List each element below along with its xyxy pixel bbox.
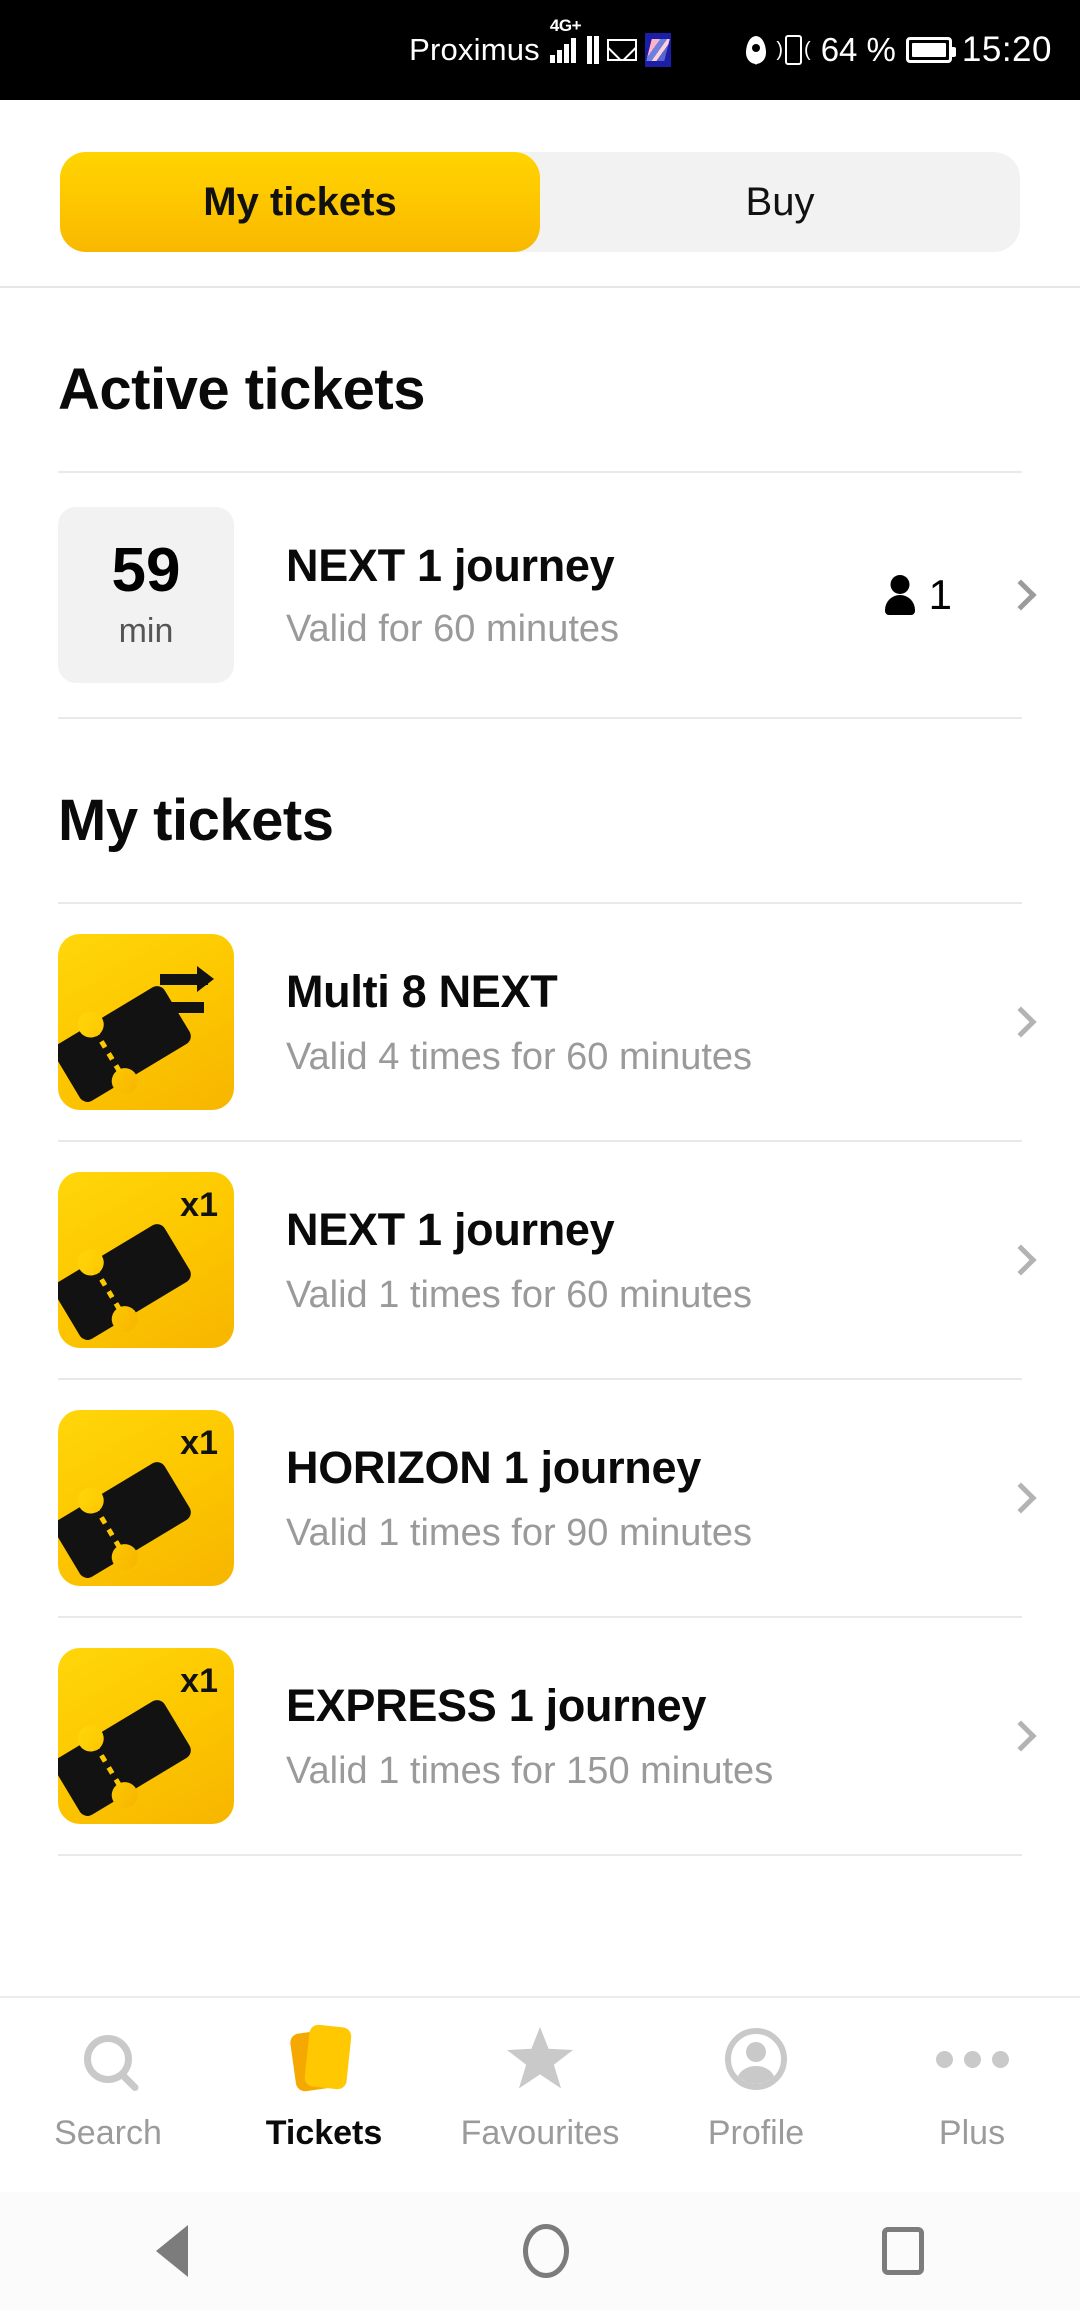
carrier-label: Proximus [409,32,540,67]
back-icon[interactable] [156,2225,219,2277]
tab-buy[interactable]: Buy [540,152,1020,252]
signal-icon: 4G+ [549,17,582,63]
nav-item-tickets[interactable]: Tickets [216,2023,432,2153]
nav-label: Plus [938,2114,1006,2152]
status-bar: Proximus 4G+ )( 64 % 15:20 [0,0,1080,100]
active-ticket-info: NEXT 1 journey Valid for 60 minutes [264,540,855,651]
chevron-right-icon[interactable] [1005,1482,1037,1514]
ticket-count-badge: x1 [180,1424,218,1462]
recents-icon[interactable] [881,2227,924,2275]
ticket-validity: Valid 4 times for 60 minutes [286,1035,753,1078]
battery-percent-label: 64 % [820,31,896,68]
list-item-text: Multi 8 NEXT Valid 4 times for 60 minute… [234,966,992,1079]
system-navigation-bar [0,2192,1080,2310]
remaining-time-box: 59 min [58,507,234,683]
single-ticket-icon: x1 [58,1172,234,1348]
single-ticket-icon: x1 [58,1410,234,1586]
ticket-validity: Valid 1 times for 60 minutes [286,1273,753,1316]
nav-item-search[interactable]: Search [0,2024,216,2153]
ticket-count-badge: x1 [180,1186,218,1224]
nav-item-plus[interactable]: Plus [864,2024,1080,2153]
tickets-icon [289,2023,355,2094]
list-item-text: HORIZON 1 journey Valid 1 times for 90 m… [234,1442,992,1555]
ticket-count-badge: x1 [180,1662,218,1700]
nav-label: Search [54,2114,162,2152]
remaining-time-value: 59 [111,535,181,605]
list-item[interactable]: x1 NEXT 1 journey Valid 1 times for 60 m… [0,1142,1080,1378]
active-ticket-name: NEXT 1 journey [286,539,615,591]
nav-item-favourites[interactable]: Favourites [432,2024,648,2153]
profile-icon [725,2024,787,2094]
nav-label: Profile [707,2114,805,2152]
ticket-glyph-icon [58,1696,195,1820]
clock-label: 15:20 [961,30,1052,69]
ticket-name: HORIZON 1 journey [286,1441,701,1493]
app-icon [644,33,671,67]
nav-label: Tickets [265,2114,383,2152]
ticket-glyph-icon [58,1458,195,1582]
active-ticket-validity: Valid for 60 minutes [286,607,620,650]
ticket-glyph-icon [58,1220,195,1344]
remaining-time-unit: min [118,611,174,650]
battery-icon [905,37,956,63]
ticket-name: Multi 8 NEXT [286,965,558,1017]
segmented-tabs-container: My tickets Buy [0,100,1080,286]
list-item-text: EXPRESS 1 journey Valid 1 times for 150 … [234,1680,992,1793]
bottom-navigation: Search Tickets Favourites Profile Plus [0,1996,1080,2192]
vibrate-icon: )( [776,35,811,65]
list-item[interactable]: x1 HORIZON 1 journey Valid 1 times for 9… [0,1380,1080,1616]
mail-icon [606,39,637,61]
signal-icon-secondary [586,36,599,64]
home-icon[interactable] [523,2224,570,2278]
single-ticket-icon: x1 [58,1648,234,1824]
star-icon [507,2024,573,2094]
main-content[interactable]: Active tickets 59 min NEXT 1 journey Val… [0,288,1080,1996]
passenger-count-label: 1 [928,571,952,618]
search-icon [84,2024,132,2094]
list-item[interactable]: x1 EXPRESS 1 journey Valid 1 times for 1… [0,1618,1080,1854]
ticket-name: EXPRESS 1 journey [286,1679,707,1731]
person-icon [885,575,915,615]
list-item[interactable]: Multi 8 NEXT Valid 4 times for 60 minute… [0,904,1080,1140]
ticket-validity: Valid 1 times for 150 minutes [286,1749,774,1792]
segmented-tabs: My tickets Buy [60,152,1020,252]
passenger-count-group: 1 [885,571,952,619]
ticket-name: NEXT 1 journey [286,1203,615,1255]
nav-item-profile[interactable]: Profile [648,2024,864,2153]
chevron-right-icon[interactable] [1005,1720,1037,1752]
network-type-label: 4G+ [549,16,582,35]
chevron-right-icon[interactable] [1005,1244,1037,1276]
status-bar-right: )( 64 % 15:20 [746,30,1052,70]
more-dots-icon [935,2024,1009,2094]
location-pin-icon [746,36,767,64]
active-ticket-row[interactable]: 59 min NEXT 1 journey Valid for 60 minut… [0,473,1080,717]
chevron-right-icon[interactable] [1005,579,1037,611]
divider [58,1854,1022,1856]
nav-label: Favourites [460,2114,620,2152]
active-tickets-heading: Active tickets [58,357,425,422]
list-item-text: NEXT 1 journey Valid 1 times for 60 minu… [234,1204,992,1317]
tab-my-tickets[interactable]: My tickets [60,152,540,252]
chevron-right-icon[interactable] [1005,1006,1037,1038]
phone-screen: Proximus 4G+ )( 64 % 15:20 My tickets Bu… [0,0,1080,2310]
ticket-validity: Valid 1 times for 90 minutes [286,1511,753,1554]
my-tickets-heading: My tickets [58,788,334,853]
multi-ticket-arrows-icon [58,934,234,1110]
